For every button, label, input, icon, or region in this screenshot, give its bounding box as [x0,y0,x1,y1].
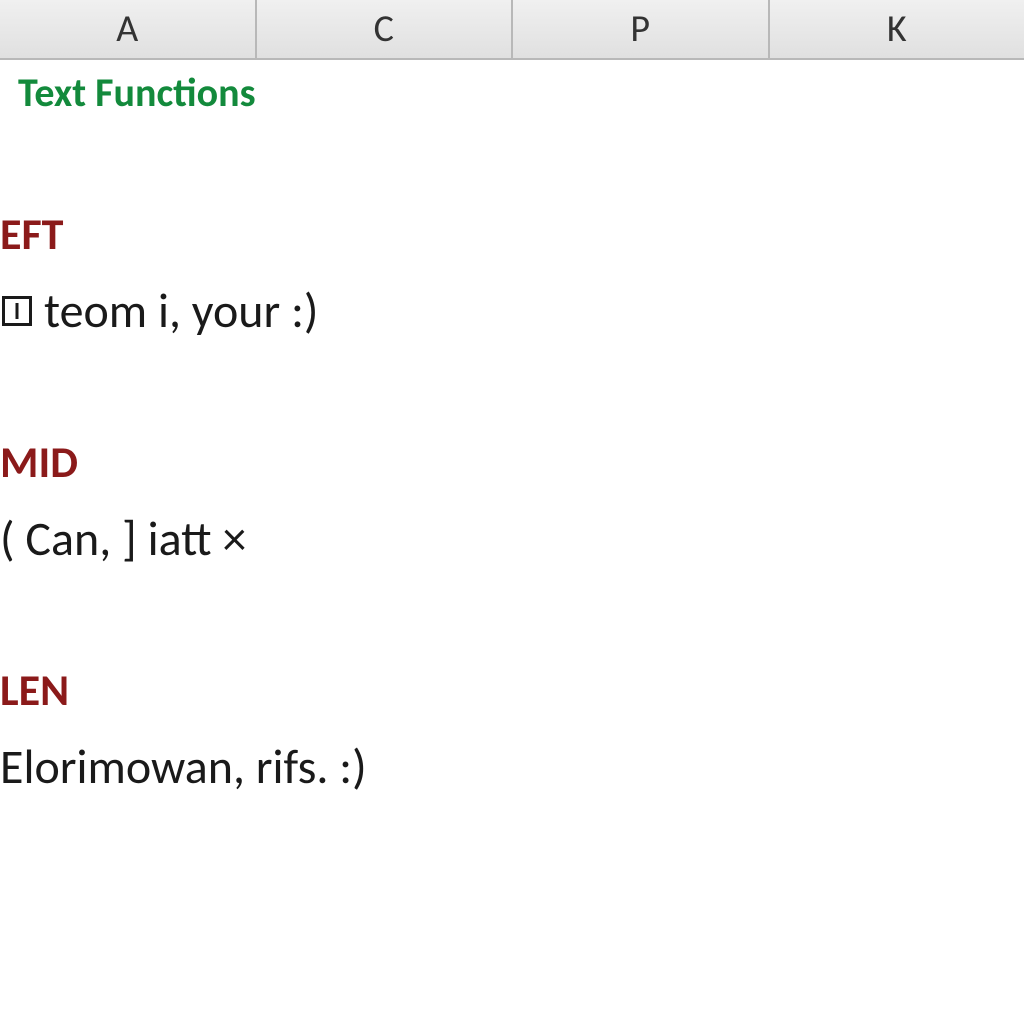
heading-eft[interactable]: EFT [0,207,1024,261]
box-icon [2,296,32,326]
section-mid: MID ( Can, ] iatt × [0,435,1024,568]
column-headers-row: A C P K [0,0,1024,60]
heading-len[interactable]: LEN [0,663,1024,717]
section-eft: EFT teom i, your :) [0,207,1024,340]
spreadsheet-content: Text Functions EFT teom i, your :) MID (… [0,60,1024,796]
column-header-a[interactable]: A [0,0,257,58]
text-mid[interactable]: ( Can, ] iatt × [0,509,1024,568]
heading-mid[interactable]: MID [0,435,1024,489]
page-title[interactable]: Text Functions [18,68,1024,117]
column-header-c[interactable]: C [257,0,514,58]
column-header-p[interactable]: P [513,0,770,58]
text-len[interactable]: Elorimowan, rifs. :) [0,737,1024,796]
section-len: LEN Elorimowan, rifs. :) [0,663,1024,796]
column-header-k[interactable]: K [770,0,1024,58]
text-eft-content: teom i, your :) [44,281,318,340]
text-eft[interactable]: teom i, your :) [0,281,1024,340]
